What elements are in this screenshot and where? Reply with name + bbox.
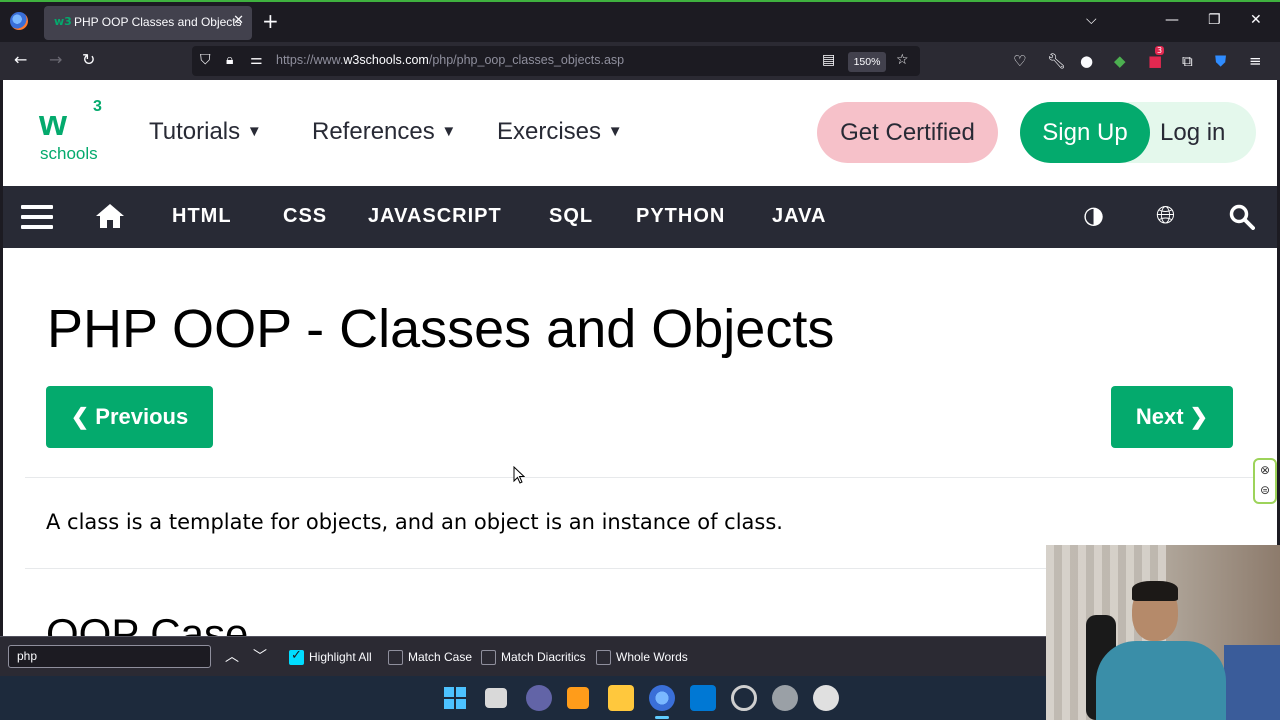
browser-toolbar: ← → ↻ ⛉ 🔒︎ ⚌ https://www.w3schools.com/p… xyxy=(0,42,1280,80)
whole-words-label[interactable]: Whole Words xyxy=(616,650,688,664)
permissions-icon[interactable]: ⚌ xyxy=(250,52,263,68)
firefox-taskbar-icon[interactable] xyxy=(649,685,675,711)
match-case-checkbox[interactable] xyxy=(388,650,403,665)
nav-link-javascript[interactable]: JAVASCRIPT xyxy=(368,205,502,228)
match-diacritics-checkbox[interactable] xyxy=(481,650,496,665)
find-previous-icon[interactable]: ︿ xyxy=(225,646,239,666)
extension-badge: 3 xyxy=(1155,46,1165,55)
reader-view-icon[interactable]: ▤ xyxy=(822,52,835,68)
app-orange-icon[interactable] xyxy=(567,687,589,709)
webcam-overlay xyxy=(1046,545,1280,720)
top-navigation: HTML CSS JAVASCRIPT SQL PYTHON JAVA ◑ 🌐︎ xyxy=(3,186,1277,248)
match-diacritics-label[interactable]: Match Diacritics xyxy=(501,650,586,664)
lock-icon[interactable]: 🔒︎ xyxy=(226,52,233,68)
pocket-icon[interactable]: ♡ xyxy=(1013,52,1026,70)
tab-close-icon[interactable]: ✕ xyxy=(233,13,244,28)
page-title: PHP OOP - Classes and Objects xyxy=(47,299,835,359)
close-window-button[interactable]: ✕ xyxy=(1250,12,1262,28)
highlight-all-label[interactable]: Highlight All xyxy=(309,650,372,664)
nav-link-css[interactable]: CSS xyxy=(283,205,327,228)
refresh-circle-icon[interactable]: ⊜ xyxy=(1255,480,1275,500)
side-extension-widget[interactable]: ⊗ ⊜ xyxy=(1253,458,1277,504)
restore-button[interactable]: ❐ xyxy=(1208,12,1221,28)
sign-up-button[interactable]: Sign Up xyxy=(1020,102,1150,163)
menu-references[interactable]: References ▼ xyxy=(312,118,456,146)
browser-tab[interactable]: w3 PHP OOP Classes and Objects ✕ xyxy=(44,6,252,40)
w3schools-favicon-icon: w3 xyxy=(54,15,72,28)
minimize-button[interactable]: — xyxy=(1165,12,1179,28)
account-icon[interactable]: ● xyxy=(1080,52,1093,70)
reload-icon[interactable]: ↻ xyxy=(82,50,95,70)
whole-words-checkbox[interactable] xyxy=(596,650,611,665)
w3schools-logo[interactable]: w 3 schools xyxy=(39,98,109,166)
forward-icon[interactable]: → xyxy=(49,50,62,70)
log-in-button[interactable]: Log in xyxy=(1160,102,1254,163)
new-tab-button[interactable]: + xyxy=(262,10,279,32)
menu-exercises[interactable]: Exercises ▼ xyxy=(497,118,623,146)
globe-icon[interactable]: 🌐︎ xyxy=(1156,202,1175,228)
wrench-icon[interactable]: 🔧︎ xyxy=(1047,52,1066,70)
caret-down-icon: ▼ xyxy=(246,123,262,140)
auth-group: Sign Up Log in xyxy=(1020,102,1256,163)
divider xyxy=(25,477,1255,478)
shield-extension-icon[interactable]: ⛊ xyxy=(1215,52,1226,70)
nav-link-java[interactable]: JAVA xyxy=(772,205,826,228)
dark-mode-icon[interactable]: ◑ xyxy=(1083,202,1104,228)
find-next-icon[interactable]: ﹀ xyxy=(253,646,267,666)
settings-icon[interactable] xyxy=(772,685,798,711)
nav-link-python[interactable]: PYTHON xyxy=(636,205,725,228)
vscode-icon[interactable] xyxy=(690,685,716,711)
start-icon[interactable] xyxy=(442,685,468,711)
media-player-icon[interactable] xyxy=(813,685,839,711)
nav-link-sql[interactable]: SQL xyxy=(549,205,593,228)
next-button[interactable]: Next ❯ xyxy=(1111,386,1233,448)
caret-down-icon: ▼ xyxy=(607,123,623,140)
extension-green-icon[interactable]: ◆ xyxy=(1114,52,1126,70)
find-input[interactable]: php xyxy=(8,645,211,668)
mouse-cursor-icon xyxy=(513,466,525,484)
search-icon[interactable] xyxy=(1229,204,1255,230)
nav-link-html[interactable]: HTML xyxy=(172,205,232,228)
list-all-tabs-icon[interactable]: ⌵ xyxy=(1086,12,1097,28)
obs-icon[interactable] xyxy=(731,685,757,711)
url-text[interactable]: https://www.w3schools.com/php/php_oop_cl… xyxy=(276,53,624,67)
shield-icon[interactable]: ⛉ xyxy=(200,52,211,68)
active-app-indicator xyxy=(655,716,669,719)
extensions-icon[interactable]: ⧉ xyxy=(1182,52,1193,70)
site-header: w 3 schools Tutorials ▼ References ▼ Exe… xyxy=(3,80,1277,186)
previous-button[interactable]: ❮ Previous xyxy=(46,386,213,448)
home-icon[interactable] xyxy=(95,203,125,229)
chat-icon[interactable] xyxy=(526,685,552,711)
get-certified-button[interactable]: Get Certified xyxy=(817,102,998,163)
back-icon[interactable]: ← xyxy=(14,50,27,70)
caret-down-icon: ▼ xyxy=(441,123,457,140)
firefox-logo-icon xyxy=(10,12,28,30)
tab-title: PHP OOP Classes and Objects xyxy=(74,15,242,29)
section-heading: OOP Case xyxy=(46,610,249,636)
task-view-icon[interactable] xyxy=(485,688,507,708)
hamburger-menu-icon[interactable] xyxy=(21,205,53,229)
highlight-all-checkbox[interactable] xyxy=(289,648,304,665)
file-explorer-icon[interactable] xyxy=(608,685,634,711)
menu-tutorials[interactable]: Tutorials ▼ xyxy=(149,118,262,146)
match-case-label[interactable]: Match Case xyxy=(408,650,472,664)
address-bar[interactable]: ⛉ 🔒︎ ⚌ https://www.w3schools.com/php/php… xyxy=(192,46,920,76)
intro-paragraph: A class is a template for objects, and a… xyxy=(46,510,783,534)
close-circle-icon[interactable]: ⊗ xyxy=(1255,460,1275,480)
menu-icon[interactable]: ≡ xyxy=(1249,52,1262,70)
bookmark-star-icon[interactable]: ☆ xyxy=(896,52,909,68)
zoom-level[interactable]: 150% xyxy=(848,52,886,72)
browser-tab-bar: w3 PHP OOP Classes and Objects ✕ + ⌵ — ❐… xyxy=(0,0,1280,42)
